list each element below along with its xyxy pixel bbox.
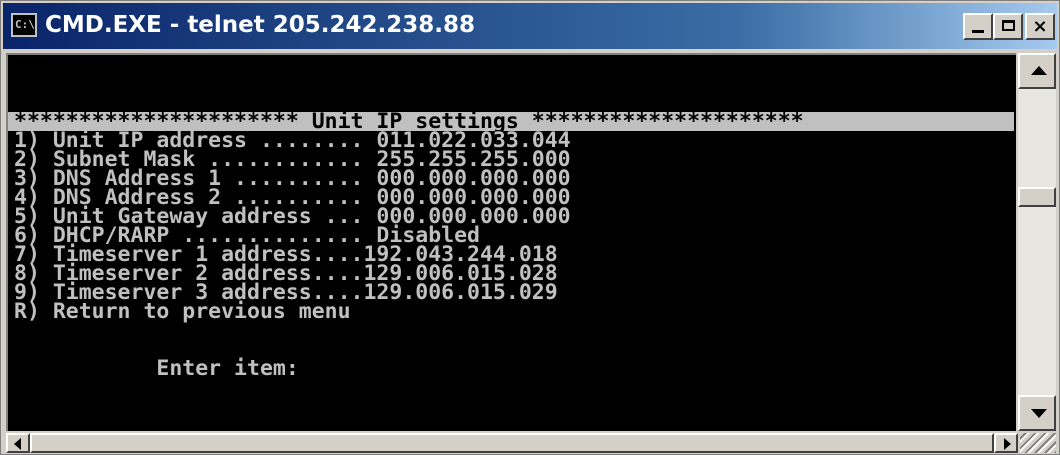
scroll-left-button[interactable] <box>6 433 30 453</box>
vertical-scrollbar[interactable] <box>1018 53 1056 431</box>
arrow-up-icon <box>1031 66 1047 75</box>
horizontal-scrollbar[interactable] <box>6 433 1018 453</box>
console-window: C:\ CMD.EXE - telnet 205.242.238.88 × **… <box>0 0 1060 455</box>
console-output[interactable]: ********************** Unit IP settings … <box>6 53 1016 431</box>
title-bar[interactable]: C:\ CMD.EXE - telnet 205.242.238.88 × <box>3 3 1057 49</box>
resize-grip-icon[interactable] <box>1020 433 1056 453</box>
menu-item-return: R) Return to previous menu <box>14 299 351 324</box>
minimize-button[interactable] <box>963 13 993 40</box>
console-text: ********************** Unit IP settings … <box>8 55 1014 381</box>
scroll-down-button[interactable] <box>1018 395 1056 431</box>
close-icon: × <box>1032 16 1048 37</box>
arrow-left-icon <box>14 438 21 450</box>
cmd-icon[interactable]: C:\ <box>11 13 37 37</box>
input-prompt[interactable]: Enter item: <box>14 356 298 381</box>
maximize-icon <box>1001 20 1015 31</box>
arrow-right-icon <box>1004 438 1011 450</box>
close-button[interactable]: × <box>1025 13 1055 40</box>
minimize-icon <box>972 30 984 33</box>
maximize-button[interactable] <box>993 13 1023 40</box>
scroll-right-button[interactable] <box>994 433 1018 453</box>
window-title: CMD.EXE - telnet 205.242.238.88 <box>45 12 476 38</box>
horizontal-scroll-thumb[interactable] <box>30 433 994 453</box>
scroll-up-button[interactable] <box>1018 53 1056 89</box>
arrow-down-icon <box>1031 409 1047 418</box>
vertical-scroll-thumb[interactable] <box>1018 187 1056 207</box>
